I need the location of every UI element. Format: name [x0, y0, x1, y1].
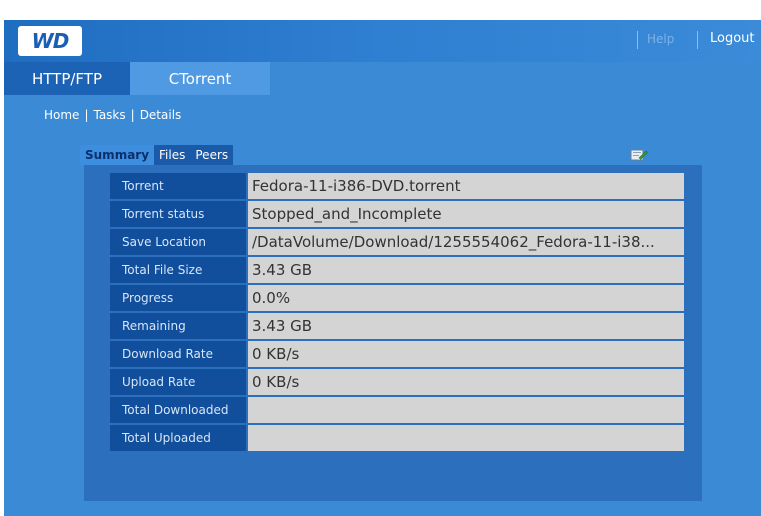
row-label: Progress — [108, 283, 248, 313]
row-value: 3.43 GB — [246, 255, 686, 285]
row-value — [246, 395, 686, 425]
row-value: 0 KB/s — [246, 339, 686, 369]
table-row: Total Downloaded — [108, 395, 686, 425]
tab-summary[interactable]: Summary — [80, 145, 155, 165]
table-row: Download Rate 0 KB/s — [108, 339, 686, 369]
table-row: Remaining 3.43 GB — [108, 311, 686, 341]
row-label: Download Rate — [108, 339, 248, 369]
row-label: Torrent — [108, 171, 248, 201]
row-value: 0.0% — [246, 283, 686, 313]
progress-value: 0.0% — [252, 289, 291, 307]
summary-panel: Torrent Fedora-11-i386-DVD.torrent Torre… — [84, 165, 702, 501]
logout-link[interactable]: Logout — [710, 31, 755, 46]
table-row: Total File Size 3.43 GB — [108, 255, 686, 285]
row-label: Remaining — [108, 311, 248, 341]
help-link[interactable]: Help — [647, 32, 674, 46]
row-label: Save Location — [108, 227, 248, 257]
row-value: Fedora-11-i386-DVD.torrent — [246, 171, 686, 201]
breadcrumb-details[interactable]: Details — [140, 108, 182, 122]
table-row: Upload Rate 0 KB/s — [108, 367, 686, 397]
row-value — [246, 423, 686, 453]
row-label: Total Uploaded — [108, 423, 248, 453]
header-divider — [637, 31, 638, 49]
torrent-status-value: Stopped_and_Incomplete — [252, 205, 442, 223]
main-tab-bar: HTTP/FTP CTorrent — [4, 62, 761, 95]
row-value: /DataVolume/Download/1255554062_Fedora-1… — [246, 227, 686, 257]
tab-http-ftp[interactable]: HTTP/FTP — [4, 62, 130, 95]
tab-peers[interactable]: Peers — [190, 145, 234, 165]
edit-icon[interactable] — [630, 147, 648, 162]
row-label: Total Downloaded — [108, 395, 248, 425]
tab-files[interactable]: Files — [154, 145, 191, 165]
row-label: Torrent status — [108, 199, 248, 229]
row-label: Upload Rate — [108, 367, 248, 397]
remaining-value: 3.43 GB — [252, 317, 313, 335]
breadcrumb-home[interactable]: Home — [44, 108, 79, 122]
breadcrumb: Home | Tasks | Details — [44, 108, 181, 122]
table-row: Torrent status Stopped_and_Incomplete — [108, 199, 686, 229]
breadcrumb-tasks[interactable]: Tasks — [93, 108, 125, 122]
header-divider — [697, 31, 698, 49]
row-value: Stopped_and_Incomplete — [246, 199, 686, 229]
download-rate-value: 0 KB/s — [252, 345, 300, 363]
table-row: Torrent Fedora-11-i386-DVD.torrent — [108, 171, 686, 201]
row-label: Total File Size — [108, 255, 248, 285]
details-table: Torrent Fedora-11-i386-DVD.torrent Torre… — [108, 171, 686, 453]
torrent-name-value: Fedora-11-i386-DVD.torrent — [252, 177, 461, 195]
app-window: WD Help Logout HTTP/FTP CTorrent Home | Ta… — [4, 20, 761, 516]
save-location-value: /DataVolume/Download/1255554062_Fedora-1… — [252, 233, 655, 251]
table-row: Total Uploaded — [108, 423, 686, 453]
logo-text: WD — [31, 29, 70, 53]
detail-tabs: Summary Files Peers — [80, 145, 234, 165]
top-header: WD Help Logout — [4, 20, 761, 62]
row-value: 0 KB/s — [246, 367, 686, 397]
table-row: Progress 0.0% — [108, 283, 686, 313]
breadcrumb-separator: | — [130, 108, 135, 122]
breadcrumb-separator: | — [84, 108, 89, 122]
tab-ctorrent[interactable]: CTorrent — [130, 62, 270, 95]
total-file-size-value: 3.43 GB — [252, 261, 313, 279]
table-row: Save Location /DataVolume/Download/12555… — [108, 227, 686, 257]
upload-rate-value: 0 KB/s — [252, 373, 300, 391]
wd-logo: WD — [18, 26, 82, 56]
row-value: 3.43 GB — [246, 311, 686, 341]
